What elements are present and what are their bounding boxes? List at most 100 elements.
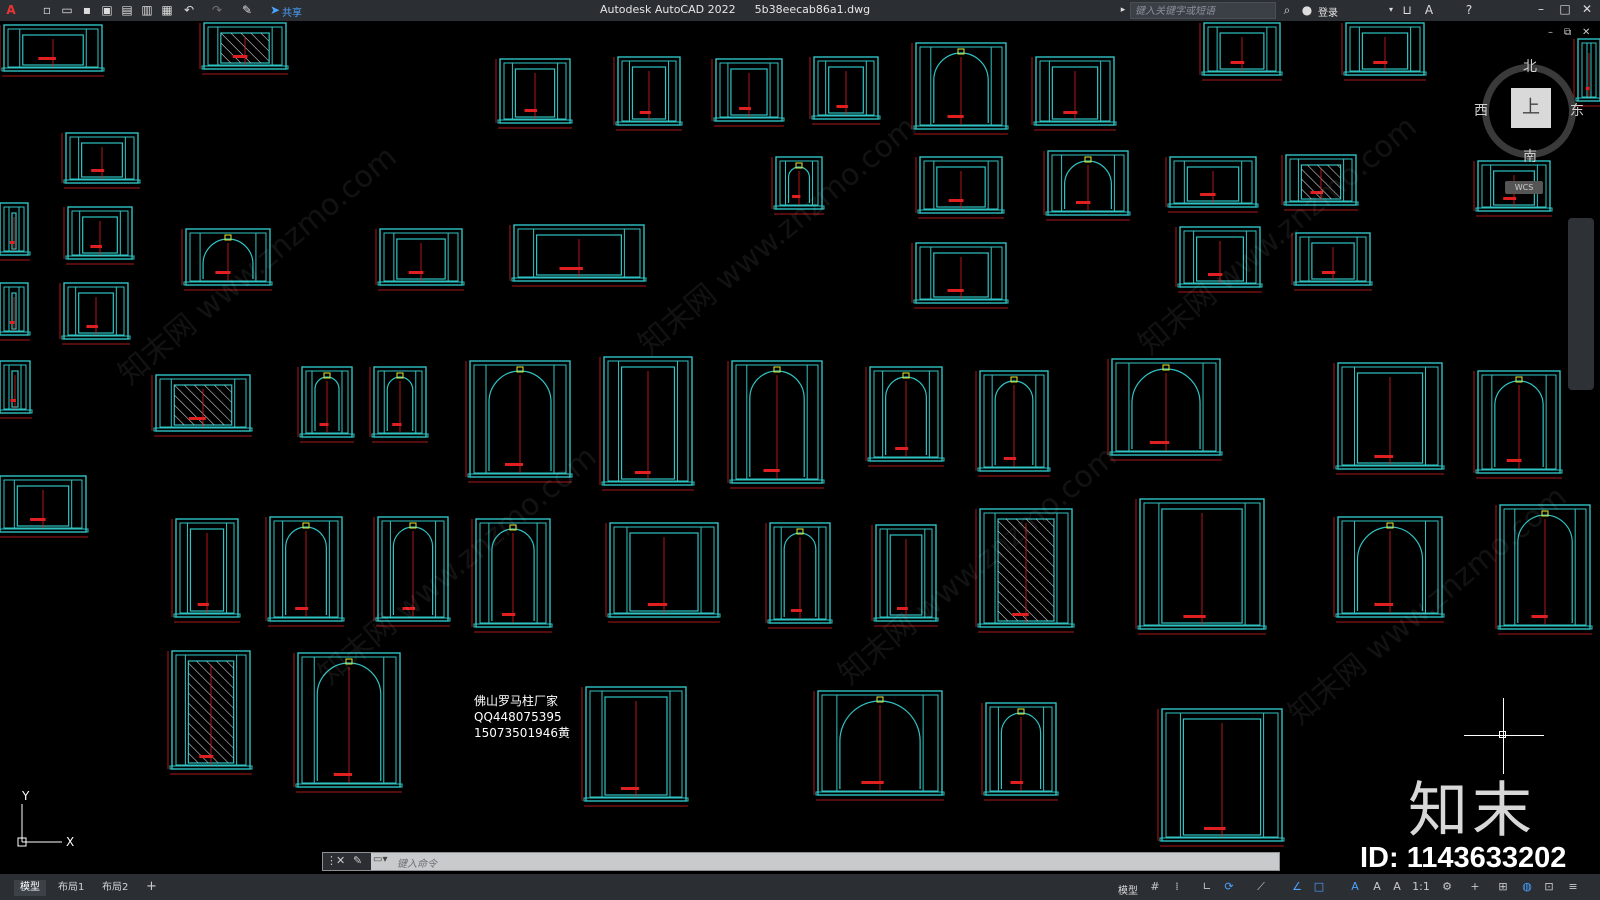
match-properties-icon[interactable]: ✎	[240, 3, 254, 17]
print-icon[interactable]: ▦	[160, 3, 174, 17]
pilaster-left	[3, 479, 15, 529]
elevation-drawing	[151, 374, 253, 437]
viewcube-top-face[interactable]: 上	[1511, 88, 1551, 128]
pilaster-left	[821, 694, 838, 792]
workspace-gear-icon[interactable]: ⚙	[1440, 880, 1454, 894]
elevation-drawing	[911, 242, 1009, 309]
autodesk-app-icon[interactable]: A	[1422, 3, 1436, 17]
pilaster-left	[983, 374, 993, 468]
text-label-mark	[199, 755, 214, 758]
redo-icon[interactable]: ↷	[210, 3, 224, 17]
elevation-drawing	[865, 366, 945, 467]
open-web-icon[interactable]: ▤	[120, 3, 134, 17]
new-file-icon[interactable]: ▫	[40, 3, 54, 17]
minimize-button[interactable]: –	[1532, 2, 1550, 18]
pilaster-right	[415, 370, 423, 434]
expand-arrow-icon[interactable]: ▸	[1116, 3, 1130, 17]
plinth	[0, 251, 31, 256]
customize-icon[interactable]: ✎	[353, 854, 362, 867]
user-icon[interactable]: ●	[1300, 3, 1314, 17]
lattice-line	[226, 660, 234, 669]
customization-menu-icon[interactable]: ≡	[1566, 880, 1580, 894]
add-layout-icon[interactable]: +	[146, 879, 157, 894]
tab-layout2[interactable]: 布局2	[96, 880, 134, 896]
elevation-drawing	[727, 360, 825, 489]
isodraft-icon[interactable]: ⟋	[1254, 880, 1268, 894]
note-line-qq: QQ448075395	[474, 710, 562, 724]
save-as-icon[interactable]: ▣	[100, 3, 114, 17]
close-button[interactable]: ✕	[1578, 2, 1596, 18]
viewport-restore-icon[interactable]: ⧉	[1564, 27, 1571, 38]
share-icon[interactable]: ➤	[268, 3, 282, 17]
text-label-mark	[791, 609, 802, 612]
lattice-line	[188, 752, 199, 764]
share-button[interactable]: 共享	[282, 4, 302, 19]
elevation-drawing	[599, 356, 695, 491]
cart-icon[interactable]: ⊔	[1400, 3, 1414, 17]
search-input[interactable]: 键入关键字或短语	[1130, 2, 1276, 19]
text-label-mark	[861, 781, 884, 784]
model-space-canvas[interactable]: 知末网 www.znzmo.com 知末网 www.znzmo.com 知末网 …	[0, 21, 1600, 874]
viewport-minimize-icon[interactable]: –	[1548, 27, 1553, 38]
viewcube[interactable]: 上 北 南 东 西	[1474, 59, 1584, 166]
pilaster-left	[1207, 26, 1218, 72]
plinth	[913, 299, 1009, 304]
close-command-line-icon[interactable]: ✕	[336, 854, 345, 867]
open-folder-icon[interactable]: ▭	[60, 3, 74, 17]
text-label-mark	[1321, 271, 1336, 274]
pilaster-right	[990, 246, 1003, 300]
tab-model[interactable]: 模型	[14, 880, 46, 896]
maximize-button[interactable]: □	[1556, 2, 1574, 18]
pilaster-right	[20, 364, 27, 410]
compass-north[interactable]: 北	[1523, 56, 1537, 76]
pilaster-right	[124, 136, 135, 180]
ucs-x-label: X	[66, 835, 74, 849]
command-line[interactable]: ⋮ ✕ ✎ ▭▾ 键入命令	[322, 852, 1280, 871]
compass-south[interactable]: 南	[1523, 146, 1537, 166]
wcs-menu[interactable]: WCS	[1505, 181, 1543, 194]
recent-commands-icon[interactable]: ▭▾	[373, 854, 393, 869]
annotation-scale-icon[interactable]: A	[1390, 880, 1404, 894]
snap-icon[interactable]: ⁞	[1170, 880, 1184, 894]
pilaster-left	[1341, 366, 1355, 466]
compass-east[interactable]: 东	[1570, 100, 1584, 120]
annotation-visibility-icon[interactable]: A	[1348, 880, 1362, 894]
save-icon[interactable]: ▪	[80, 3, 94, 17]
tab-layout1[interactable]: 布局1	[52, 880, 90, 896]
scale-selector[interactable]: 1:1	[1410, 880, 1432, 894]
search-icon[interactable]: ⌕	[1280, 3, 1294, 17]
units-icon[interactable]: ⊞	[1496, 880, 1510, 894]
login-dropdown-icon[interactable]: ▾	[1384, 3, 1398, 17]
viewport-close-icon[interactable]: ✕	[1582, 27, 1590, 38]
autocad-logo-icon[interactable]: A	[4, 3, 18, 17]
elevation-drawing	[809, 56, 881, 125]
elevation-drawing	[1291, 232, 1373, 291]
elevation-drawing	[605, 522, 721, 623]
elevation-drawing	[613, 56, 683, 131]
save-web-icon[interactable]: ▥	[140, 3, 154, 17]
model-space-toggle[interactable]: 模型	[1118, 882, 1138, 897]
grid-icon[interactable]: #	[1148, 880, 1162, 894]
plinth	[1033, 121, 1117, 126]
undo-icon[interactable]: ↶	[182, 3, 196, 17]
pilaster-left	[817, 60, 827, 116]
annotation-monitor-icon[interactable]: +	[1468, 880, 1482, 894]
text-label-mark	[1003, 457, 1017, 460]
pilaster-left	[923, 160, 935, 210]
login-button[interactable]: 登录	[1318, 4, 1338, 19]
help-icon[interactable]: ?	[1462, 3, 1476, 17]
text-label-mark	[639, 111, 651, 114]
object-snap-tracking-icon[interactable]: ∠	[1290, 880, 1304, 894]
hardware-acceleration-icon[interactable]: ◍	[1520, 880, 1534, 894]
drawing-note: 佛山罗马柱厂家 QQ448075395 15073501946黄	[474, 693, 570, 741]
ortho-icon[interactable]: ∟	[1200, 880, 1214, 894]
compass-west[interactable]: 西	[1474, 100, 1488, 120]
clean-screen-icon[interactable]: ⊡	[1542, 880, 1556, 894]
auto-scale-icon[interactable]: A	[1370, 880, 1384, 894]
pilaster-right	[271, 26, 283, 66]
command-input[interactable]: 键入命令	[397, 855, 437, 870]
polar-tracking-icon[interactable]: ⟳	[1222, 880, 1236, 894]
plinth	[173, 613, 241, 618]
object-snap-icon[interactable]: □	[1312, 880, 1326, 894]
navigation-bar[interactable]	[1568, 218, 1594, 390]
